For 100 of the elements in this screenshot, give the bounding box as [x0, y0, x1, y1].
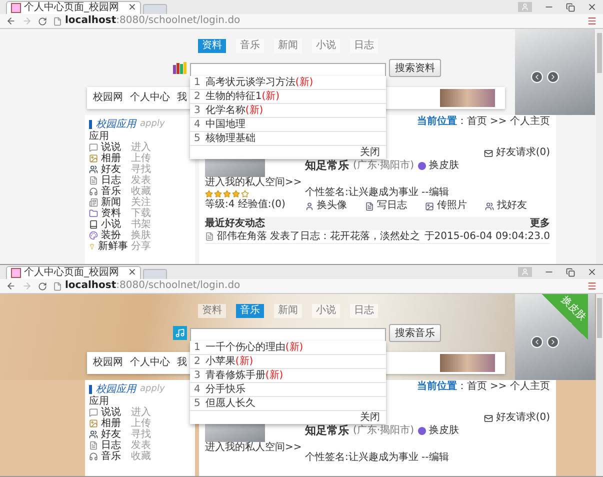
photo-placeholder [440, 354, 495, 372]
dot-icon [418, 162, 426, 170]
close-link[interactable]: 关闭 [360, 146, 380, 159]
nav-link[interactable]: 校园网 [93, 92, 123, 104]
search-tab[interactable]: 新闻 [274, 39, 302, 53]
people-icon [89, 430, 98, 439]
back-icon[interactable] [6, 16, 16, 26]
menu-icon[interactable] [587, 281, 597, 291]
friend-requests-link[interactable]: 好友请求(0) [484, 412, 550, 424]
profile-action-link[interactable]: 写日志 [365, 200, 407, 212]
nav-link[interactable]: 我 [177, 92, 187, 104]
app-link[interactable]: 说说 [101, 407, 121, 418]
close-icon[interactable] [587, 2, 597, 12]
search-tab[interactable]: 资料 [198, 39, 226, 53]
browser-tab[interactable]: 个人中心页面_校园网 × [6, 1, 142, 14]
profile-action-link[interactable]: 找好友 [485, 200, 527, 212]
suggestion-item[interactable]: 1 一千个伤心的理由(新) [190, 341, 386, 355]
user-icon [521, 3, 529, 11]
user-icon [305, 202, 314, 210]
picture-icon [425, 202, 434, 210]
app-link[interactable]: 好友 [101, 164, 121, 175]
picture-icon [89, 154, 98, 163]
search-tab[interactable]: 小说 [312, 39, 340, 53]
lightbulb-icon [89, 242, 95, 251]
change-skin-link[interactable]: 换皮肤 [418, 425, 459, 437]
section-heading: 应用 [89, 131, 110, 142]
search-tab[interactable]: 日志 [350, 304, 378, 318]
app-link[interactable]: 音乐 [101, 451, 121, 462]
signature-text: 个性签名:让兴趣成为事业 --编辑 [305, 452, 450, 464]
app-link[interactable]: 好友 [101, 429, 121, 440]
reload-icon[interactable] [38, 16, 47, 26]
section-title: 校园应用 [96, 118, 136, 130]
app-link[interactable]: 说说 [101, 142, 121, 153]
search-tab[interactable]: 资料 [198, 304, 226, 318]
reload-icon[interactable] [38, 282, 47, 290]
app-link[interactable]: 日志 [101, 175, 121, 186]
suggestion-item[interactable]: 1 高考状元谈学习方法(新) [190, 76, 386, 90]
restore-icon[interactable] [566, 2, 575, 12]
nav-link[interactable]: 个人中心 [130, 92, 170, 104]
back-icon[interactable] [6, 281, 16, 291]
people-icon [485, 202, 494, 210]
document-icon [205, 232, 214, 241]
search-tab[interactable]: 日志 [350, 39, 378, 53]
app-link[interactable]: 装扮 [101, 230, 121, 241]
section-title: 校园应用 [96, 384, 136, 394]
page-icon [53, 282, 62, 290]
search-button[interactable]: 搜索音乐 [389, 324, 441, 342]
app-link[interactable]: 日志 [101, 440, 121, 451]
app-link[interactable]: 资料 [101, 208, 121, 219]
close-tab-button[interactable]: × [122, 2, 136, 14]
section-heading: 应用 [89, 396, 110, 407]
app-link[interactable]: 小说 [101, 219, 121, 230]
search-tab[interactable]: 小说 [312, 304, 340, 318]
nav-link[interactable]: 我 [177, 357, 187, 369]
photo-placeholder [440, 89, 495, 107]
folder-icon [89, 209, 98, 218]
restore-icon[interactable] [566, 268, 575, 276]
app-link[interactable]: 相册 [101, 418, 121, 429]
app-link[interactable]: 新鲜事 [98, 241, 128, 252]
title-marker [89, 384, 92, 394]
feed-item-link[interactable]: 邵伟在角落 发表了日志：花开花落，淡然处之 [205, 230, 420, 242]
close-link[interactable]: 关闭 [360, 411, 380, 424]
chevron-right-icon [549, 73, 557, 81]
breadcrumb: 当前位置：首页 >> 个人主页 [416, 115, 550, 129]
more-link[interactable]: 更多 [530, 218, 550, 230]
close-icon[interactable] [587, 267, 597, 277]
speech-bubble-icon [89, 143, 98, 152]
profile-action-link[interactable]: 换头像 [305, 200, 347, 212]
friend-requests-link[interactable]: 好友请求(0) [484, 147, 550, 159]
books-icon [173, 62, 187, 74]
feed-time: 于2015-06-04 09:04:23.0 [424, 230, 550, 242]
level-text: 等级:4 经验值:(0) [205, 199, 286, 211]
chevron-right-icon [549, 338, 557, 346]
envelope-icon [484, 148, 493, 158]
change-skin-link[interactable]: 换皮肤 [418, 160, 459, 172]
browser-tab[interactable]: 个人中心页面_校园网 × [6, 266, 142, 279]
newspaper-icon [89, 198, 98, 207]
search-tab[interactable]: 音乐 [236, 39, 264, 53]
search-tab[interactable]: 音乐 [236, 304, 264, 318]
signature-text: 个性签名:让兴趣成为事业 --编辑 [305, 187, 450, 199]
app-link[interactable]: 新闻 [101, 197, 121, 208]
search-tab[interactable]: 新闻 [274, 304, 302, 318]
app-link[interactable]: 音乐 [101, 186, 121, 197]
title-marker [89, 120, 92, 128]
close-tab-button[interactable]: × [122, 267, 136, 279]
user-name: 知足常乐 [305, 160, 349, 172]
space-link[interactable]: 进入我的私人空间>> [205, 177, 302, 189]
nav-link[interactable]: 个人中心 [130, 357, 170, 369]
people-icon [89, 165, 98, 174]
breadcrumb: 当前位置：首页 >> 个人主页 [416, 380, 550, 394]
app-link[interactable]: 相册 [101, 153, 121, 164]
menu-icon[interactable] [587, 16, 597, 26]
nav-link[interactable]: 校园网 [93, 357, 123, 369]
suggestion-item[interactable]: 3 青春修炼手册(新) [190, 369, 386, 383]
profile-action-link[interactable]: 传照片 [425, 200, 467, 212]
palette-icon [89, 231, 98, 240]
search-button[interactable]: 搜索资料 [389, 59, 441, 77]
suggestion-item[interactable]: 3 化学名称(新) [190, 104, 386, 118]
document-icon [89, 176, 98, 185]
space-link[interactable]: 进入我的私人空间>> [205, 442, 302, 454]
